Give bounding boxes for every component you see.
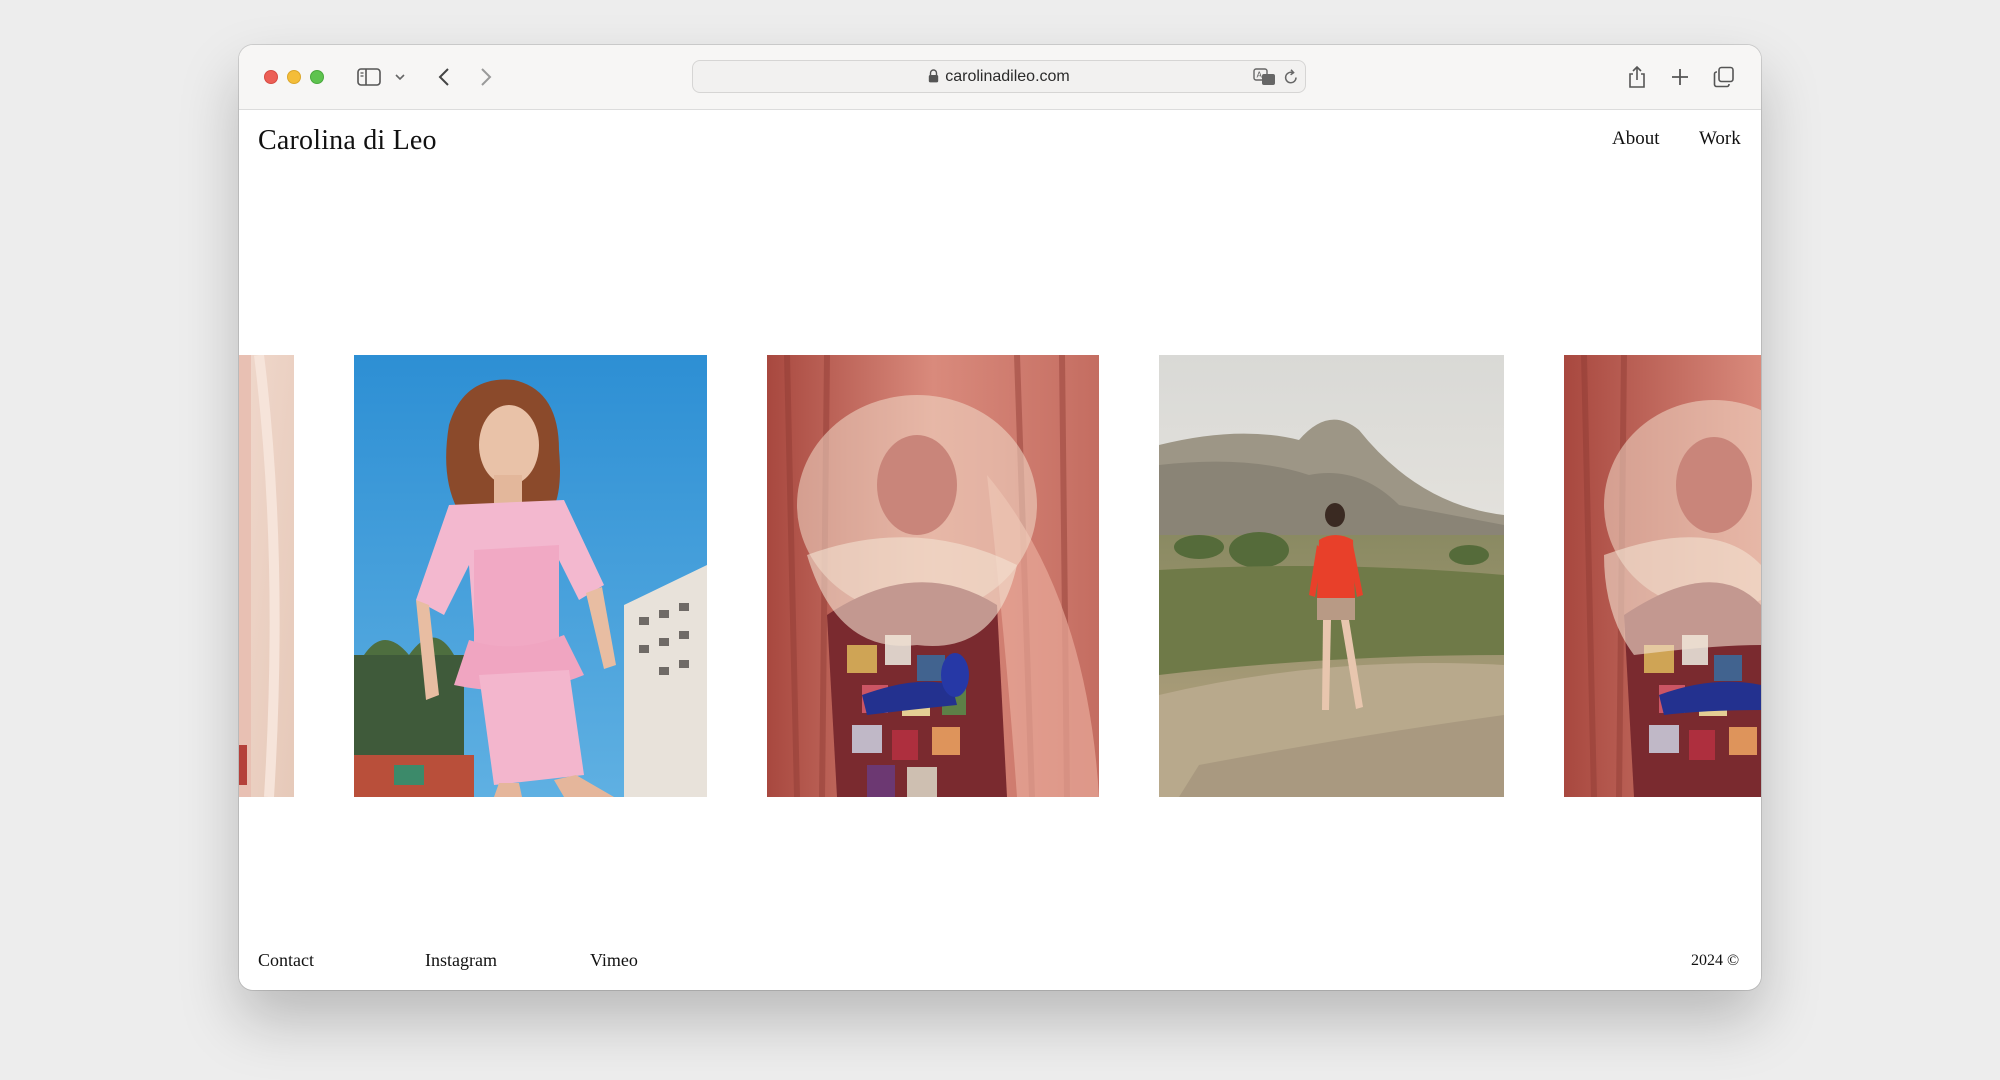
site-title[interactable]: Carolina di Leo	[258, 125, 437, 157]
url-label: carolinadileo.com	[945, 68, 1070, 85]
back-icon[interactable]	[432, 63, 456, 91]
footer-instagram-link[interactable]: Instagram	[425, 950, 497, 971]
browser-window: carolinadileo.com A Carolina di Leo Abou…	[239, 45, 1761, 990]
forward-icon[interactable]	[474, 63, 498, 91]
browser-toolbar: carolinadileo.com A	[239, 45, 1761, 110]
footer-contact-link[interactable]: Contact	[258, 950, 314, 971]
share-icon[interactable]	[1625, 63, 1649, 91]
gallery-image[interactable]	[1564, 355, 1761, 797]
close-window-button[interactable]	[264, 70, 278, 84]
svg-text:A: A	[1257, 71, 1263, 80]
zoom-window-button[interactable]	[310, 70, 324, 84]
gallery-image[interactable]	[354, 355, 707, 797]
address-text: carolinadileo.com	[693, 61, 1305, 92]
reload-icon[interactable]	[1283, 66, 1301, 88]
lock-icon	[928, 63, 939, 94]
address-bar[interactable]: carolinadileo.com A	[692, 60, 1306, 93]
gallery-image[interactable]	[239, 355, 294, 797]
gallery-image[interactable]	[767, 355, 1099, 797]
nav-work-link[interactable]: Work	[1699, 128, 1741, 150]
sidebar-toggle-icon[interactable]	[356, 63, 382, 91]
web-page: Carolina di Leo About Work Contact Insta…	[239, 110, 1761, 990]
translate-icon[interactable]: A	[1253, 66, 1279, 88]
chevron-down-icon[interactable]	[393, 63, 407, 91]
nav-about-link[interactable]: About	[1612, 128, 1660, 150]
gallery-image[interactable]	[1159, 355, 1504, 797]
copyright-text: 2024 ©	[1691, 952, 1740, 969]
tab-overview-icon[interactable]	[1712, 63, 1736, 91]
footer-vimeo-link[interactable]: Vimeo	[590, 950, 638, 971]
minimize-window-button[interactable]	[287, 70, 301, 84]
plus-icon[interactable]	[1668, 63, 1692, 91]
